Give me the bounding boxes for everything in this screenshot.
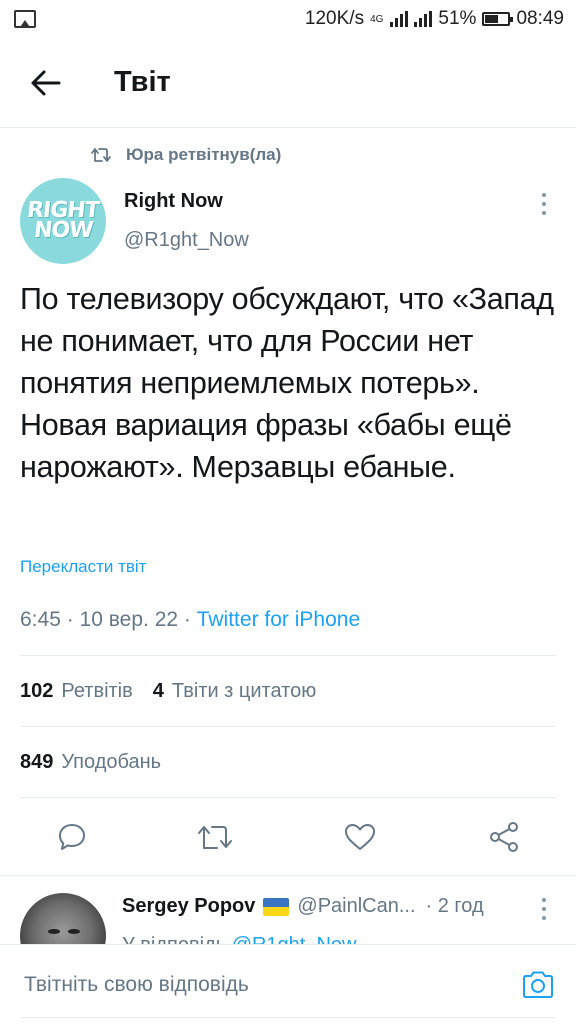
tweet-client-link[interactable]: Twitter for iPhone — [197, 608, 360, 631]
arrow-left-icon — [31, 70, 61, 95]
status-bar: 120K/s 4G 51% 08:49 — [0, 0, 576, 38]
divider — [20, 655, 556, 656]
share-button[interactable] — [482, 815, 526, 859]
reply-author-handle: @PainlCan... — [297, 895, 416, 917]
author-avatar[interactable]: RIGHT NOW — [20, 178, 106, 264]
more-dot-icon — [542, 897, 546, 902]
reply-button[interactable] — [50, 815, 94, 859]
top-app-bar: Твіт — [0, 38, 576, 128]
more-dot-icon — [542, 211, 546, 216]
translate-tweet-link[interactable]: Перекласти твіт — [20, 557, 146, 577]
tweet-date: 10 вер. 22 — [79, 608, 179, 631]
meta-separator: · — [183, 608, 197, 631]
status-indicators: 120K/s 4G 51% 08:49 — [305, 8, 564, 30]
retweet-icon — [91, 148, 111, 162]
battery-percent: 51% — [438, 8, 477, 29]
reply-input[interactable]: Твітніть свою відповідь — [0, 945, 500, 1024]
likes-label: Уподобань — [61, 751, 162, 773]
avatar-eye — [68, 929, 80, 934]
ukraine-flag-icon — [263, 897, 290, 916]
replying-to: У відповідь @R1ght_Now — [122, 931, 357, 945]
signal-strength-icon — [390, 11, 409, 27]
network-speed: 120K/s — [304, 8, 365, 29]
like-button[interactable] — [338, 815, 382, 859]
divider — [20, 797, 556, 798]
quotes-count: 4 — [152, 680, 164, 702]
heart-icon — [345, 824, 375, 850]
avatar-eye — [48, 929, 60, 934]
reply-author-name: Sergey Popov — [122, 895, 256, 917]
camera-icon — [523, 971, 553, 998]
tweet-time: 6:45 — [20, 608, 61, 631]
retweets-stat[interactable]: 102 Ретвітів — [20, 680, 133, 703]
share-icon — [490, 822, 518, 852]
more-options-button[interactable] — [536, 190, 552, 218]
quotes-stat[interactable]: 4 Твіти з цитатою — [153, 680, 316, 703]
divider — [0, 875, 576, 876]
likes-stat[interactable]: 849 Уподобань — [20, 751, 161, 774]
retweets-label: Ретвітів — [61, 680, 133, 702]
retweet-button[interactable] — [193, 815, 237, 859]
battery-icon — [482, 12, 514, 26]
retweet-icon — [198, 826, 232, 849]
divider — [20, 726, 556, 727]
signal-strength-icon-2 — [414, 11, 433, 27]
camera-button[interactable] — [518, 967, 558, 1003]
gallery-notification-icon — [14, 10, 36, 28]
clock: 08:49 — [516, 8, 564, 29]
retweet-context-label: Юра ретвітнув(ла) — [126, 145, 282, 164]
compose-divider — [20, 1017, 556, 1018]
author-name[interactable]: Right Now — [124, 190, 223, 213]
network-type: 4G — [370, 13, 384, 25]
more-dot-icon — [542, 192, 546, 197]
reply-time: · 2 год — [425, 895, 484, 917]
author-handle[interactable]: @R1ght_Now — [124, 229, 249, 252]
more-dot-icon — [542, 906, 546, 911]
tweet-stats: 102 Ретвітів 4 Твіти з цитатою — [20, 680, 316, 703]
meta-separator: · — [66, 608, 80, 631]
page-title: Твіт — [114, 66, 171, 98]
tweet-text: По телевизору обсуждают, что «Запад не п… — [20, 282, 554, 484]
reply-icon — [59, 824, 85, 850]
avatar-logo-text-bottom: NOW — [32, 218, 94, 243]
tweet-meta: 6:45 · 10 вер. 22 · Twitter for iPhone — [20, 608, 360, 632]
retweet-context[interactable]: Юра ретвітнув(ла) — [90, 145, 281, 165]
compose-reply-bar: Твітніть свою відповідь — [0, 944, 576, 1024]
quotes-label: Твіти з цитатою — [171, 680, 317, 702]
reply-more-options-button[interactable] — [536, 895, 552, 923]
retweets-count: 102 — [20, 680, 54, 702]
reply-time-value: 2 год — [437, 895, 484, 917]
reply-header[interactable]: Sergey Popov @PainlCan... · 2 год — [122, 895, 542, 918]
back-button[interactable] — [16, 53, 76, 113]
more-dot-icon — [542, 201, 546, 206]
more-dot-icon — [542, 916, 546, 921]
likes-count: 849 — [20, 751, 54, 773]
